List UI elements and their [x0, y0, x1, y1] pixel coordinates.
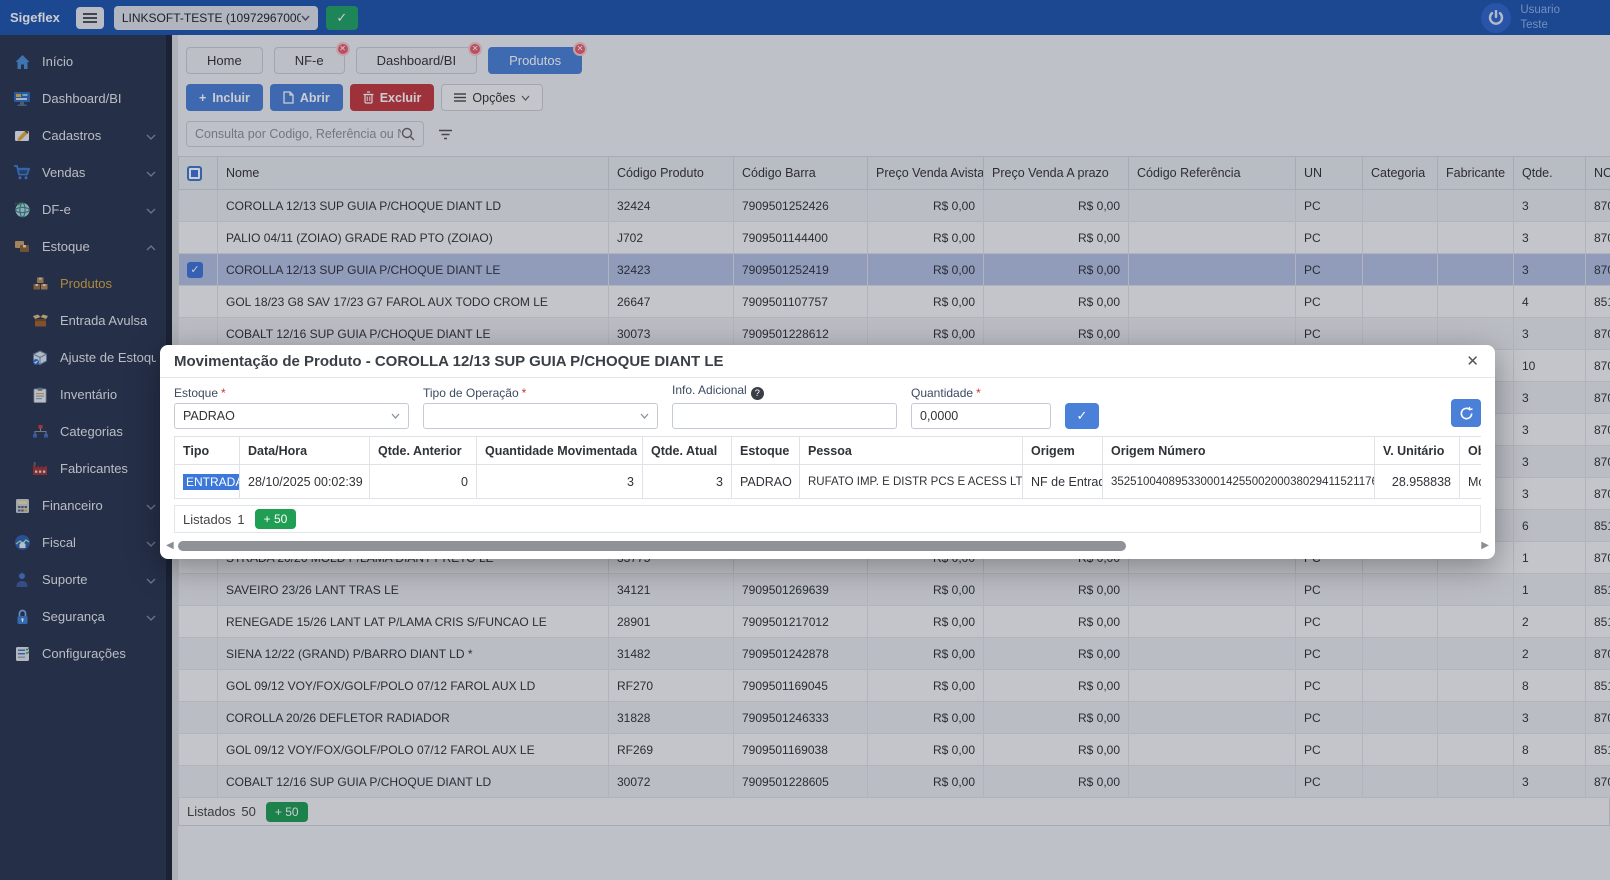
mcell-pessoa: RUFATO IMP. E DISTR PCS E ACESS LTDA — [800, 465, 1023, 499]
scrollbar-thumb[interactable] — [178, 541, 1127, 551]
estoque-select[interactable]: PADRAO — [174, 403, 409, 429]
confirm-quantity-button[interactable]: ✓ — [1065, 403, 1099, 429]
refresh-button[interactable] — [1451, 399, 1481, 427]
tipo-operacao-field-group: Tipo de Operação* — [423, 386, 658, 429]
mcell-quantidade-movimentada: 3 — [477, 465, 643, 499]
help-icon[interactable]: ? — [751, 387, 764, 400]
movements-table: Tipo Data/Hora Qtde. Anterior Quantidade… — [174, 436, 1481, 499]
quantidade-input[interactable] — [920, 409, 1042, 423]
modal-header: Movimentação de Produto - COROLLA 12/13 … — [160, 345, 1495, 378]
mcell-v-unitario: 28.958838 — [1375, 465, 1460, 499]
scrollbar-track[interactable] — [178, 541, 1478, 551]
mcell-obs: Mo — [1460, 465, 1482, 499]
mcol-tipo[interactable]: Tipo — [175, 437, 240, 465]
movements-table-container: Tipo Data/Hora Qtde. Anterior Quantidade… — [174, 436, 1481, 499]
entrada-badge: ENTRADA — [183, 474, 240, 490]
mcell-origem: NF de Entrada — [1023, 465, 1103, 499]
modal-load-more-button[interactable]: + 50 — [255, 509, 297, 529]
modal-listados-count: 1 — [237, 512, 244, 527]
chevron-down-icon — [640, 413, 649, 419]
mcell-datahora: 28/10/2025 00:02:39 — [240, 465, 370, 499]
mcol-pessoa[interactable]: Pessoa — [800, 437, 1023, 465]
app-screen: Sigeflex LINKSOFT-TESTE (10972967000199)… — [0, 0, 1610, 880]
movement-row[interactable]: ENTRADA 28/10/2025 00:02:39 0 3 3 PADRAO… — [175, 465, 1482, 499]
movimentacao-modal: Movimentação de Produto - COROLLA 12/13 … — [160, 345, 1495, 559]
mcell-estoque: PADRAO — [732, 465, 800, 499]
mcell-qtde-anterior: 0 — [370, 465, 477, 499]
scroll-left-icon[interactable]: ◀ — [166, 541, 174, 551]
refresh-icon — [1459, 406, 1474, 421]
modal-horizontal-scrollbar[interactable]: ◀ ▶ — [166, 540, 1489, 552]
mcol-origem-numero[interactable]: Origem Número — [1103, 437, 1375, 465]
quantidade-input-box[interactable] — [911, 403, 1051, 429]
scroll-right-icon[interactable]: ▶ — [1481, 541, 1489, 551]
info-adicional-input-box[interactable] — [672, 403, 897, 429]
mcol-quantidade-movimentada[interactable]: Quantidade Movimentada — [477, 437, 643, 465]
mcell-qtde-atual: 3 — [643, 465, 732, 499]
mcol-v-unitario[interactable]: V. Unitário — [1375, 437, 1460, 465]
modal-title: Movimentação de Produto - COROLLA 12/13 … — [174, 353, 724, 370]
movements-header-row: Tipo Data/Hora Qtde. Anterior Quantidade… — [175, 437, 1482, 465]
tipo-operacao-select[interactable] — [423, 403, 658, 429]
mcol-obs[interactable]: Ob — [1460, 437, 1482, 465]
chevron-down-icon — [391, 413, 400, 419]
required-asterisk: * — [221, 386, 226, 400]
modal-listados-label: Listados — [183, 512, 231, 527]
mcol-estoque[interactable]: Estoque — [732, 437, 800, 465]
required-asterisk: * — [522, 386, 527, 400]
required-asterisk: * — [976, 386, 981, 400]
mcol-origem[interactable]: Origem — [1023, 437, 1103, 465]
estoque-field-group: Estoque* PADRAO — [174, 386, 409, 429]
mcol-datahora[interactable]: Data/Hora — [240, 437, 370, 465]
mcol-qtde-anterior[interactable]: Qtde. Anterior — [370, 437, 477, 465]
mcell-tipo: ENTRADA — [175, 465, 240, 499]
mcell-origem-numero: 3525100408953300014255002000380294115211… — [1103, 465, 1375, 499]
close-icon[interactable]: ✕ — [1466, 352, 1479, 370]
modal-form: Estoque* PADRAO Tipo de Operação* Info. … — [160, 378, 1495, 434]
info-adicional-input[interactable] — [681, 409, 888, 423]
quantidade-field-group: Quantidade* — [911, 386, 1051, 429]
info-adicional-field-group: Info. Adicional? — [672, 383, 897, 429]
mcol-qtde-atual[interactable]: Qtde. Atual — [643, 437, 732, 465]
modal-list-footer: Listados 1 + 50 — [174, 505, 1481, 533]
